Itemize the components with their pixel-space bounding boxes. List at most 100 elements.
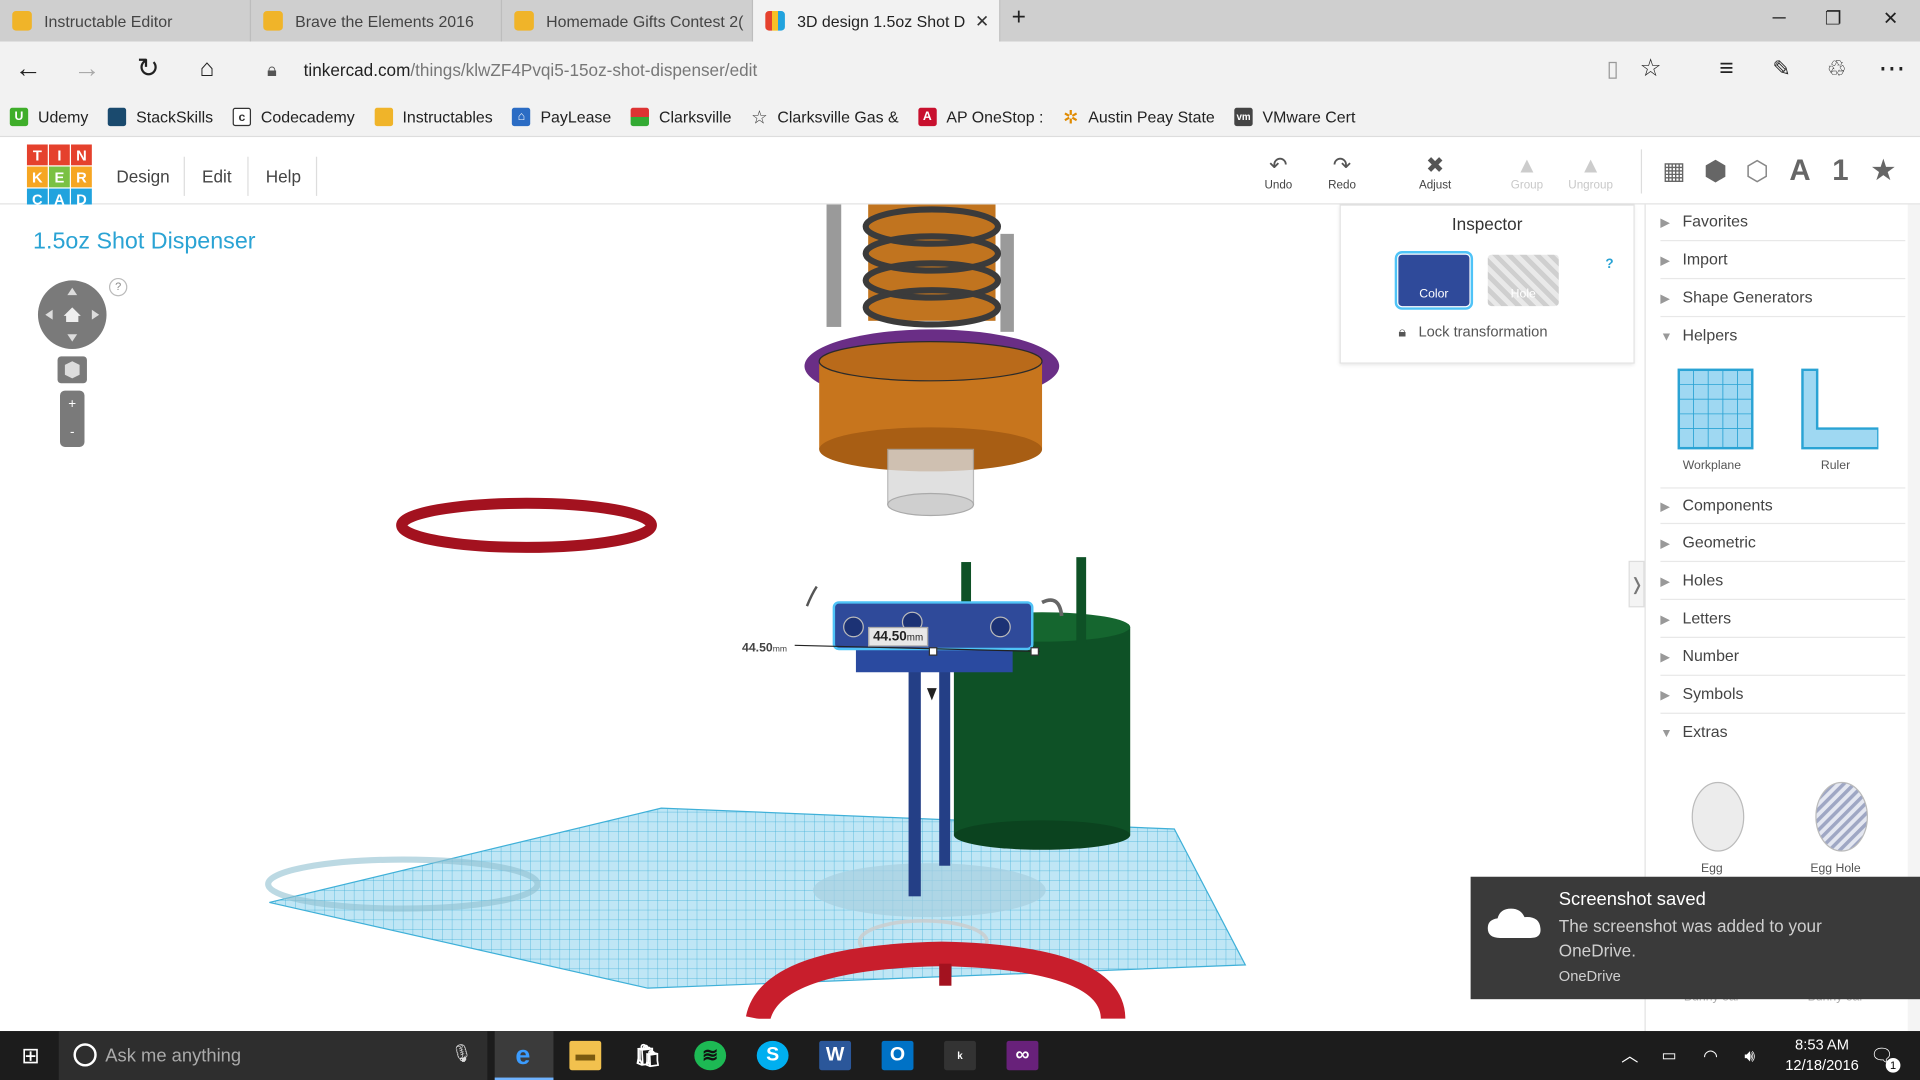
home-icon[interactable]: ⌂ — [189, 54, 226, 83]
instructables-robot-icon — [374, 107, 393, 127]
show-hidden-icons-chevron-icon[interactable]: ︿ — [1614, 1041, 1646, 1070]
extra-egg[interactable]: Egg — [1663, 770, 1761, 876]
depth-dimension-label[interactable]: 44.50mm — [742, 642, 787, 655]
share-icon[interactable]: ♲ — [1818, 54, 1855, 83]
group-button[interactable]: ▲ Group — [1495, 152, 1559, 192]
favorite-clarksville-gas[interactable]: ☆ Clarksville Gas & — [751, 106, 898, 128]
tab-instructable-editor[interactable]: Instructable Editor — [0, 0, 252, 42]
visual-studio-icon[interactable]: ∞ — [1006, 1040, 1039, 1071]
ungroup-button[interactable]: ▲ Ungroup — [1559, 152, 1623, 192]
rotate-handle-icon[interactable] — [805, 585, 818, 607]
category-holes[interactable]: ▶ Holes — [1660, 563, 1906, 601]
wifi-icon[interactable]: ◠ — [1695, 1041, 1727, 1070]
disk-hole — [843, 616, 864, 638]
skype-icon[interactable]: S — [756, 1040, 789, 1071]
favorite-austin-peay[interactable]: ✲ Austin Peay State — [1063, 106, 1215, 128]
threaded-rod[interactable] — [1000, 233, 1014, 332]
start-windows-icon[interactable]: ⊞ — [15, 1041, 47, 1070]
category-geometric[interactable]: ▶ Geometric — [1660, 525, 1906, 563]
new-tab-icon[interactable]: + — [1005, 4, 1032, 32]
close-tab-icon[interactable]: ✕ — [975, 10, 989, 31]
tab-3d-design[interactable]: 3D design 1.5oz Shot D ✕ — [753, 0, 1001, 42]
group-label: Group — [1510, 178, 1544, 193]
inspector-help-icon[interactable]: ? — [1605, 257, 1613, 272]
menu-edit[interactable]: Edit — [202, 167, 232, 187]
helper-ruler[interactable]: Ruler — [1787, 367, 1885, 473]
collapse-panel-chevron-icon[interactable]: ❭ — [1628, 560, 1645, 608]
close-window-icon[interactable]: ✕ — [1877, 7, 1904, 30]
screenshot-saved-notification[interactable]: Screenshot saved The screenshot was adde… — [1470, 876, 1920, 1000]
volume-icon[interactable]: 🔊︎ — [1734, 1041, 1766, 1070]
back-arrow-icon[interactable]: ← — [10, 53, 47, 83]
more-icon[interactable]: ⋯ — [1873, 53, 1910, 83]
resize-handle[interactable] — [1030, 647, 1039, 656]
extra-egg-hole[interactable]: Egg Hole — [1787, 770, 1885, 876]
numbers-icon[interactable]: 1 — [1822, 154, 1859, 188]
category-shape-generators[interactable]: ▶ Shape Generators — [1660, 280, 1906, 318]
letters-icon[interactable]: A — [1782, 154, 1819, 188]
green-post[interactable] — [1076, 557, 1087, 643]
refresh-icon[interactable]: ↻ — [130, 53, 167, 83]
favorite-star-icon[interactable]: ☆ — [1632, 54, 1669, 83]
egg-shape-icon — [1691, 781, 1745, 852]
helper-workplane[interactable]: Workplane — [1663, 367, 1761, 473]
blue-leg[interactable] — [908, 663, 921, 897]
tinkercad-logo[interactable]: T I N K E R C A D — [26, 144, 92, 210]
wireframe-shape-icon[interactable]: ⬡ — [1739, 154, 1776, 188]
kindle-icon[interactable]: k — [944, 1040, 976, 1071]
box-shape-icon[interactable]: ⬢ — [1697, 154, 1734, 188]
hub-icon[interactable]: ≡ — [1708, 54, 1745, 83]
undo-button[interactable]: ↶ Undo — [1247, 152, 1311, 192]
maximize-icon[interactable]: ❐ — [1820, 7, 1847, 30]
forward-arrow-icon[interactable]: → — [69, 53, 106, 83]
favorite-clarksville[interactable]: Clarksville — [630, 107, 732, 127]
redo-button[interactable]: ↷ Redo — [1310, 152, 1374, 192]
system-clock[interactable]: 8:53 AM 12/18/2016 — [1785, 1035, 1859, 1077]
resize-handle[interactable] — [928, 647, 938, 656]
favorite-ap-onestop[interactable]: A AP OneStop : — [918, 107, 1043, 127]
favorite-vmware-cert[interactable]: vm VMware Cert — [1234, 107, 1355, 127]
threaded-rod[interactable] — [826, 204, 842, 327]
outlook-icon[interactable]: O — [881, 1040, 914, 1071]
red-bracket[interactable] — [745, 941, 1126, 1019]
edge-browser-icon[interactable]: e — [507, 1040, 539, 1071]
store-icon[interactable]: 🛍︎ — [632, 1041, 664, 1070]
address-field[interactable]: 🔒︎ tinkercad.com/things/klwZF4Pvqi5-15oz… — [255, 51, 1577, 88]
favorite-udemy[interactable]: U Udemy — [9, 107, 89, 127]
cortana-search-box[interactable]: Ask me anything 🎙︎ — [58, 1031, 488, 1080]
category-components[interactable]: ▶ Components — [1660, 487, 1906, 525]
reading-view-icon[interactable]: ▯ — [1594, 54, 1631, 83]
menu-help[interactable]: Help — [266, 167, 301, 187]
width-dimension-label[interactable]: 44.50mm — [868, 626, 928, 647]
favorites-star-icon[interactable]: ★ — [1865, 154, 1902, 188]
microphone-icon[interactable]: 🎙︎ — [451, 1043, 473, 1064]
menu-design[interactable]: Design — [116, 167, 169, 187]
favorite-codecademy[interactable]: c Codecademy — [232, 107, 355, 127]
category-extras[interactable]: ▼ Extras — [1660, 715, 1905, 752]
spotify-icon[interactable]: ≋ — [694, 1040, 727, 1071]
favorite-stackskills[interactable]: StackSkills — [107, 107, 213, 127]
category-letters[interactable]: ▶ Letters — [1660, 601, 1906, 638]
file-explorer-icon[interactable]: ▬ — [569, 1040, 602, 1071]
web-note-icon[interactable]: ✎ — [1763, 54, 1800, 83]
grid-view-icon[interactable]: ▦ — [1656, 154, 1693, 188]
red-ring[interactable] — [396, 497, 657, 553]
move-down-arrow-icon[interactable] — [926, 688, 937, 701]
hole-button[interactable]: Hole — [1487, 254, 1559, 307]
favorite-instructables[interactable]: Instructables — [374, 107, 493, 127]
word-icon[interactable]: W — [819, 1040, 852, 1071]
category-favorites[interactable]: ▶ Favorites — [1660, 204, 1906, 242]
category-symbols[interactable]: ▶ Symbols — [1660, 677, 1906, 714]
tab-brave-the-elements[interactable]: Brave the Elements 2016 — [251, 0, 503, 42]
adjust-button[interactable]: ✖ Adjust — [1403, 152, 1467, 192]
minimize-icon[interactable]: ─ — [1766, 7, 1793, 28]
category-helpers[interactable]: ▼ Helpers — [1660, 318, 1905, 355]
favorite-paylease[interactable]: ⌂ PayLease — [512, 107, 611, 127]
lock-transformation-toggle[interactable]: 🔒︎ Lock transformation — [1398, 323, 1547, 341]
battery-icon[interactable]: ▭ — [1653, 1041, 1685, 1070]
category-import[interactable]: ▶ Import — [1660, 242, 1906, 280]
category-number[interactable]: ▶ Number — [1660, 639, 1906, 676]
blue-leg[interactable] — [939, 663, 951, 866]
color-swatch-button[interactable]: Color — [1394, 251, 1474, 310]
tab-homemade-gifts-contest[interactable]: Homemade Gifts Contest 2( — [502, 0, 754, 42]
